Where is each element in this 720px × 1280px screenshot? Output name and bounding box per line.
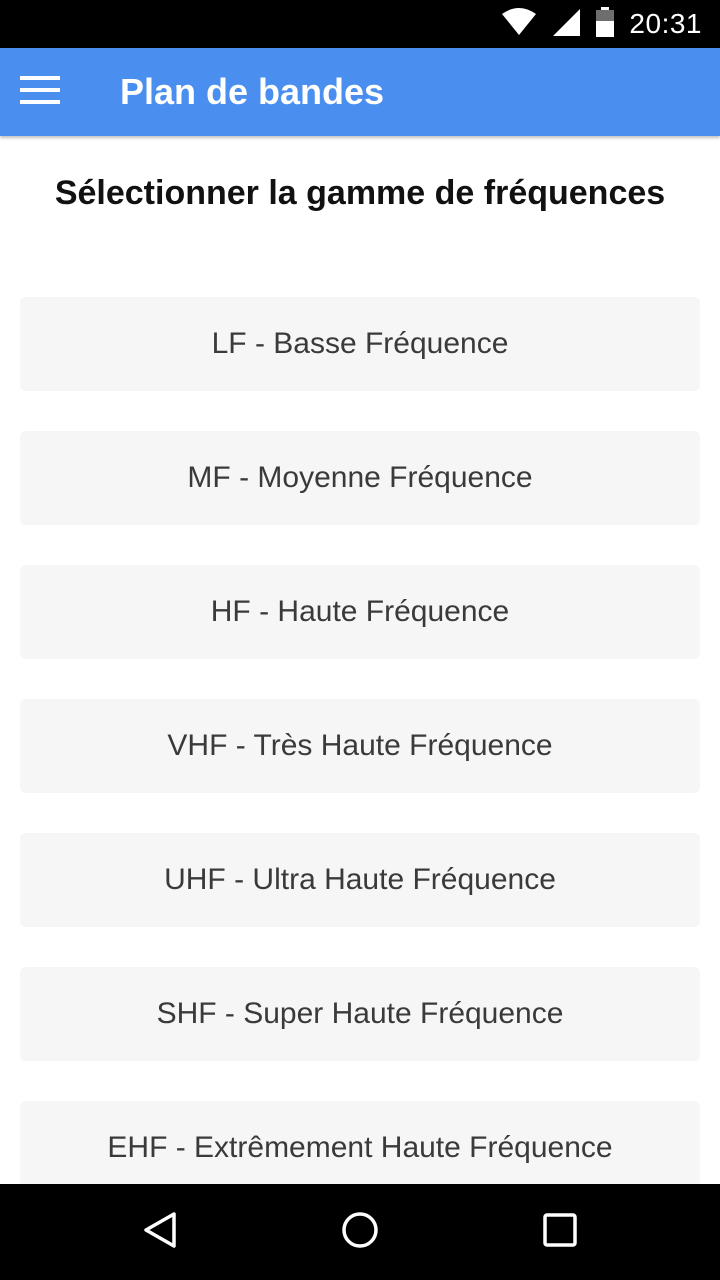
band-label: MF - Moyenne Fréquence: [187, 461, 533, 494]
band-label: SHF - Super Haute Fréquence: [156, 997, 564, 1030]
back-button[interactable]: [100, 1184, 220, 1280]
wifi-icon: [501, 7, 537, 41]
system-nav-bar: [0, 1184, 720, 1280]
home-button[interactable]: [300, 1184, 420, 1280]
band-button-vhf[interactable]: VHF - Très Haute Fréquence: [20, 699, 700, 793]
hamburger-menu-icon: [20, 75, 60, 109]
band-button-mf[interactable]: MF - Moyenne Fréquence: [20, 431, 700, 525]
band-button-shf[interactable]: SHF - Super Haute Fréquence: [20, 967, 700, 1061]
band-label: HF - Haute Fréquence: [210, 595, 510, 628]
section-heading: Sélectionner la gamme de fréquences: [54, 174, 666, 212]
menu-button[interactable]: [0, 48, 80, 136]
band-button-lf[interactable]: LF - Basse Fréquence: [20, 297, 700, 391]
back-icon: [140, 1210, 180, 1255]
status-bar: 20:31: [0, 0, 720, 48]
band-label: VHF - Très Haute Fréquence: [167, 729, 553, 762]
status-time: 20:31: [629, 8, 702, 39]
home-icon: [340, 1210, 380, 1255]
app-bar: Plan de bandes: [0, 48, 720, 136]
recents-icon: [540, 1210, 580, 1255]
band-button-hf[interactable]: HF - Haute Fréquence: [20, 565, 700, 659]
app-title: Plan de bandes: [120, 71, 385, 112]
status-icons: 20:31: [501, 0, 702, 48]
battery-icon: [595, 6, 615, 42]
recents-button[interactable]: [500, 1184, 620, 1280]
cell-signal-icon: [551, 7, 581, 42]
band-label: EHF - Extrêmement Haute Fréquence: [107, 1131, 613, 1164]
band-button-uhf[interactable]: UHF - Ultra Haute Fréquence: [20, 833, 700, 927]
band-label: LF - Basse Fréquence: [211, 327, 509, 360]
band-list: LF - Basse Fréquence MF - Moyenne Fréque…: [20, 297, 700, 1184]
band-button-ehf[interactable]: EHF - Extrêmement Haute Fréquence: [20, 1101, 700, 1184]
main-content: Sélectionner la gamme de fréquences LF -…: [0, 136, 720, 1184]
band-label: UHF - Ultra Haute Fréquence: [164, 863, 556, 896]
